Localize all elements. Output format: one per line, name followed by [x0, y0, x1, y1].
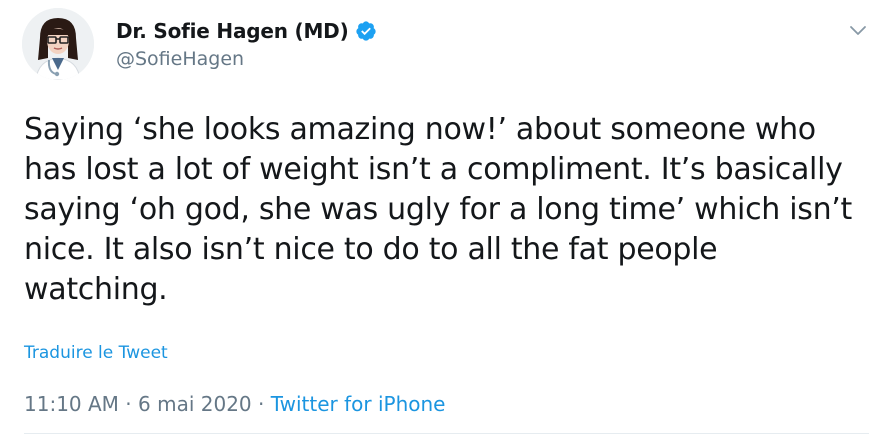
- author-name-row[interactable]: Dr. Sofie Hagen (MD): [116, 18, 377, 44]
- avatar[interactable]: [22, 8, 94, 80]
- translate-tweet-link[interactable]: Traduire le Tweet: [24, 343, 168, 363]
- tweet-date[interactable]: 6 mai 2020: [138, 392, 252, 416]
- verified-badge-icon: [355, 20, 377, 42]
- tweet-card: Dr. Sofie Hagen (MD) @SofieHagen Saying …: [0, 0, 893, 438]
- tweet-text: Saying ‘she looks amazing now!’ about so…: [24, 112, 852, 307]
- divider: [24, 433, 869, 434]
- author-handle[interactable]: @SofieHagen: [116, 48, 244, 70]
- meta-separator: ·: [118, 392, 139, 416]
- tweet-time[interactable]: 11:10 AM: [24, 392, 119, 416]
- meta-separator: ·: [251, 392, 271, 416]
- tweet-source-link[interactable]: Twitter for iPhone: [271, 392, 446, 416]
- author-display-name[interactable]: Dr. Sofie Hagen (MD): [116, 19, 349, 43]
- tweet-metadata: 11:10 AM · 6 mai 2020 · Twitter for iPho…: [24, 392, 446, 416]
- avatar-image: [22, 8, 94, 80]
- chevron-down-icon[interactable]: [846, 18, 870, 42]
